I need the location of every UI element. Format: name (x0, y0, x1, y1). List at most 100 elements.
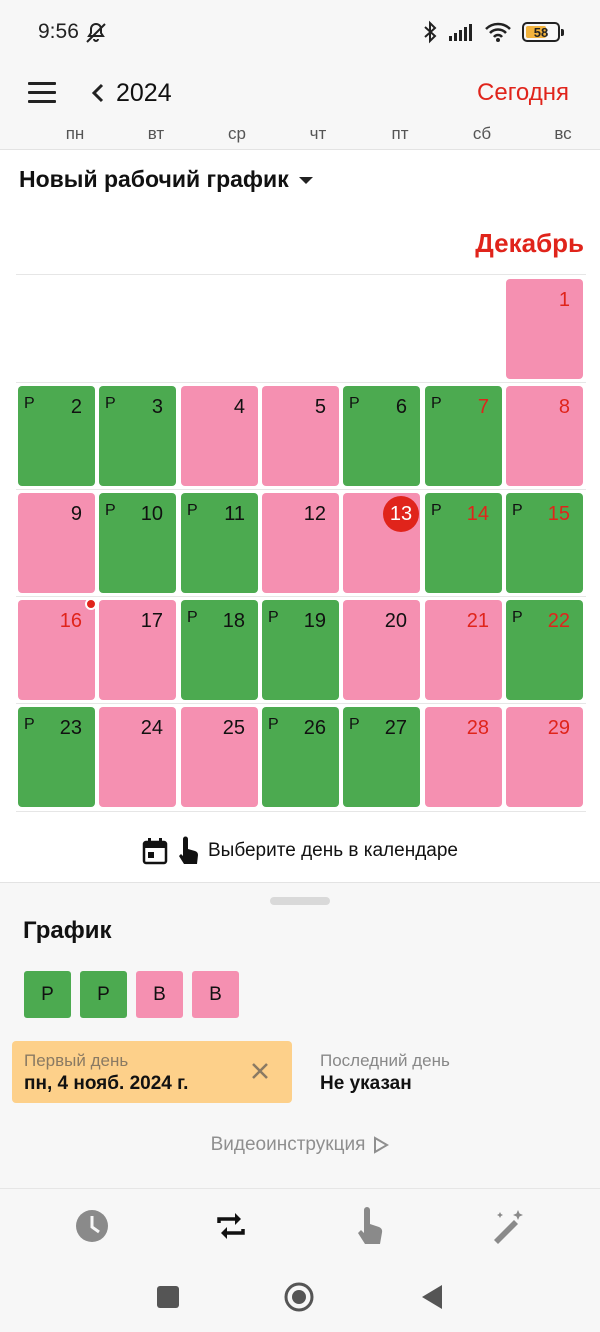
day-number: 27 (384, 717, 407, 739)
calendar-day[interactable]: 8 (506, 386, 583, 486)
day-number: 26 (303, 717, 326, 739)
battery-level: 58 (533, 24, 549, 40)
video-instruction-link[interactable]: Видеоинструкция (0, 1134, 600, 1156)
today-indicator: 13 (383, 496, 419, 532)
day-number: 8 (558, 396, 570, 418)
pattern-cell[interactable]: Р (80, 971, 127, 1018)
calendar-day[interactable]: Р 23 (18, 707, 95, 807)
calendar-day[interactable]: Р 26 (262, 707, 339, 807)
day-number: 28 (466, 717, 489, 739)
touch-icon[interactable] (350, 1206, 390, 1246)
work-day-mark: Р (187, 609, 198, 626)
month-label: Декабрь (475, 228, 584, 258)
calendar-day[interactable]: Р3 (99, 386, 176, 486)
calendar-day[interactable]: 12 (262, 493, 339, 593)
calendar-day[interactable]: 25 (181, 707, 258, 807)
day-number: 2 (70, 396, 82, 418)
calendar-day[interactable]: 1 (506, 279, 583, 379)
clock-icon[interactable] (72, 1206, 112, 1246)
hint-text: Выберите день в календаре (207, 840, 458, 861)
close-icon[interactable] (250, 1061, 270, 1081)
calendar-day[interactable]: Р 19 (262, 600, 339, 700)
divider (16, 596, 586, 597)
day-number: 11 (224, 503, 245, 525)
muted-bell-icon (86, 22, 106, 43)
weekday-tue: вт (147, 124, 165, 143)
calendar-day[interactable]: Р 11 (181, 493, 258, 593)
work-day-mark: Р (268, 716, 279, 733)
repeat-icon[interactable] (211, 1206, 251, 1246)
calendar-day[interactable]: 5 (262, 386, 339, 486)
divider (16, 703, 586, 704)
work-day-mark: Р (105, 502, 116, 519)
work-day-mark: Р (105, 395, 116, 412)
day-number: 6 (395, 396, 407, 418)
bluetooth-icon (424, 20, 437, 44)
pattern-cell[interactable]: В (136, 971, 183, 1018)
play-icon (374, 1136, 390, 1154)
day-number: 23 (59, 717, 82, 739)
calendar-day[interactable]: 9 (18, 493, 95, 593)
calendar-day[interactable]: 13 (343, 493, 420, 593)
day-number: 12 (303, 503, 326, 525)
calendar-day[interactable]: Р 18 (181, 600, 258, 700)
day-number: 17 (140, 610, 163, 632)
magic-wand-icon[interactable] (488, 1206, 528, 1246)
divider (16, 274, 586, 275)
calendar-day[interactable]: Р2 (18, 386, 95, 486)
day-number: 29 (547, 717, 570, 739)
calendar-day[interactable]: Р 14 (425, 493, 502, 593)
calendar-day[interactable]: Р 27 (343, 707, 420, 807)
calendar-day[interactable]: 20 (343, 600, 420, 700)
drag-handle[interactable] (270, 897, 330, 905)
pattern-cell[interactable]: Р (24, 971, 71, 1018)
calendar-day[interactable]: 28 (425, 707, 502, 807)
system-nav-bar (0, 1262, 600, 1332)
sheet-title: График (23, 917, 112, 944)
caret-down-icon (298, 177, 313, 184)
calendar-day[interactable]: Р 10 (99, 493, 176, 593)
back-button[interactable] (420, 1284, 444, 1310)
day-number: 1 (558, 289, 570, 311)
select-day-hint: Выберите день в календаре (0, 836, 600, 866)
calendar-day[interactable]: Р6 (343, 386, 420, 486)
calendar-day[interactable]: 24 (99, 707, 176, 807)
app-header: 2024 Сегодня пн вт ср чт пт сб вс (0, 66, 600, 150)
chevron-left-icon[interactable] (88, 78, 108, 108)
last-day-label: Последний день (320, 1051, 450, 1070)
weekday-thu: чт (309, 124, 327, 143)
day-number: 14 (466, 503, 489, 525)
wifi-icon (485, 22, 511, 42)
last-day-field[interactable]: Последний день Не указан (320, 1051, 450, 1095)
divider (16, 489, 586, 490)
first-day-value: пн, 4 нояб. 2024 г. (24, 1073, 189, 1094)
work-day-mark: Р (349, 716, 360, 733)
recents-button[interactable] (157, 1286, 179, 1308)
weekday-wed: ср (228, 124, 246, 143)
calendar-day[interactable]: 16 (18, 598, 97, 700)
year-label[interactable]: 2024 (116, 79, 172, 108)
calendar-day[interactable]: Р 15 (506, 493, 583, 593)
calendar-day[interactable]: Р7 (425, 386, 502, 486)
day-number: 19 (303, 610, 326, 632)
work-day-mark: Р (431, 395, 442, 412)
day-number: 7 (477, 396, 489, 418)
calendar-day[interactable]: Р 22 (506, 600, 583, 700)
calendar-day[interactable]: 17 (99, 600, 176, 700)
first-day-field[interactable]: Первый день пн, 4 нояб. 2024 г. (12, 1041, 292, 1103)
home-button[interactable] (283, 1281, 315, 1313)
menu-icon[interactable] (28, 82, 56, 106)
calendar-day[interactable]: 21 (425, 600, 502, 700)
schedule-selector[interactable]: Новый рабочий график (19, 166, 313, 193)
divider (16, 382, 586, 383)
schedule-title: Новый рабочий график (19, 166, 289, 192)
calendar-day[interactable]: 4 (181, 386, 258, 486)
day-number: 9 (70, 503, 82, 525)
touch-icon (178, 836, 198, 864)
pattern-cell[interactable]: В (192, 971, 239, 1018)
calendar-day[interactable]: 29 (506, 707, 583, 807)
today-button[interactable]: Сегодня (477, 79, 569, 107)
video-instruction-label: Видеоинструкция (210, 1134, 366, 1155)
day-number: 25 (222, 717, 245, 739)
day-number: 4 (233, 396, 245, 418)
